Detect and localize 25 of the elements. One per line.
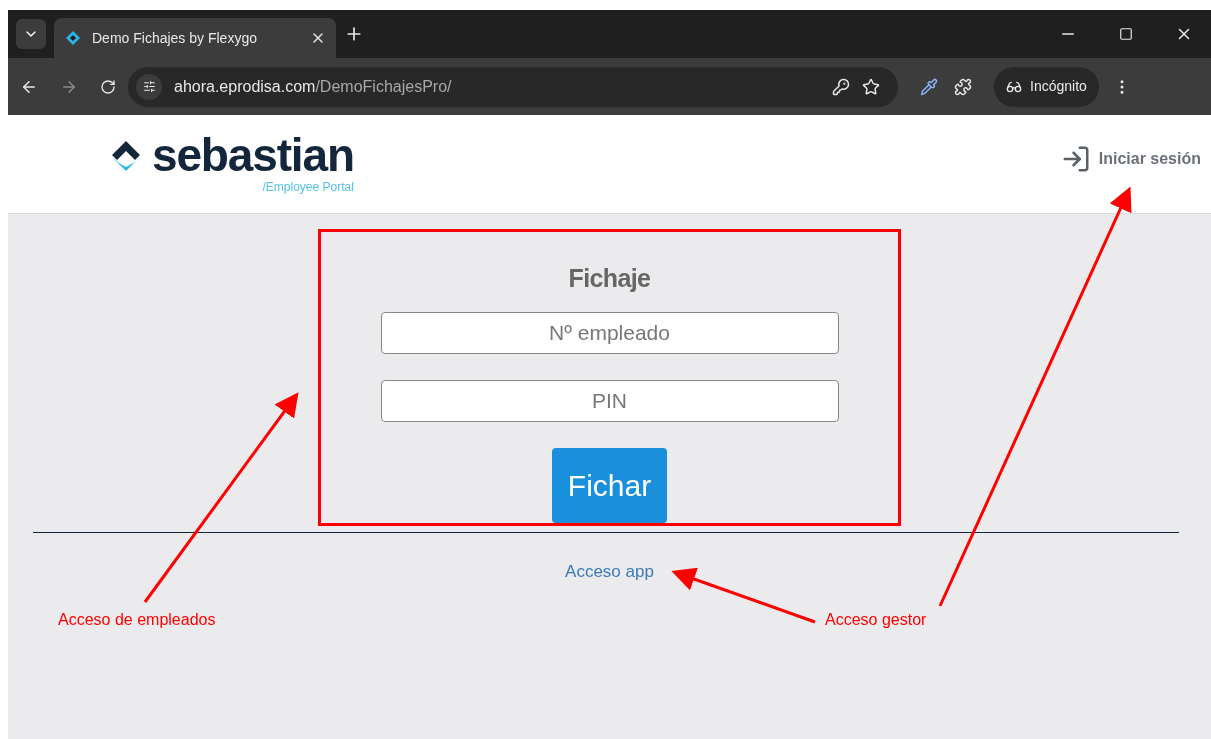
tab-search-button[interactable] <box>16 19 46 49</box>
browser-tab[interactable]: Demo Fichajes by Flexygo <box>54 18 336 58</box>
address-bar[interactable]: ahora.eprodisa.com/DemoFichajesPro/ <box>128 66 898 107</box>
extensions-icon[interactable] <box>954 77 972 96</box>
logo-text: sebastian <box>152 132 354 178</box>
profile-chip[interactable]: Incógnito <box>994 66 1099 107</box>
url-text: ahora.eprodisa.com/DemoFichajesPro/ <box>174 76 453 97</box>
text-field[interactable]: Nº empleado <box>380 311 839 354</box>
fichar-button[interactable]: Fichar <box>552 447 667 523</box>
annotation-label: Acceso gestor <box>825 610 927 630</box>
form-title: Fichaje <box>568 263 651 294</box>
login-link[interactable]: Iniciar sesión <box>1060 144 1201 174</box>
eyedropper-icon[interactable] <box>920 77 938 96</box>
key-icon[interactable] <box>832 77 850 96</box>
reload-icon[interactable] <box>100 78 116 95</box>
favicon-icon <box>64 29 82 47</box>
sliders-icon <box>142 80 156 93</box>
annotation-label: Acceso de empleados <box>58 610 216 630</box>
app-access-link[interactable]: Acceso app <box>565 559 654 585</box>
text-field[interactable]: PIN <box>380 379 839 422</box>
tab-title: Demo Fichajes by Flexygo <box>92 28 258 48</box>
maximize-icon[interactable] <box>1119 27 1133 41</box>
site-settings-button[interactable] <box>136 73 162 100</box>
star-icon[interactable] <box>862 77 880 96</box>
logo-subtitle: /Employee Portal <box>262 179 354 196</box>
